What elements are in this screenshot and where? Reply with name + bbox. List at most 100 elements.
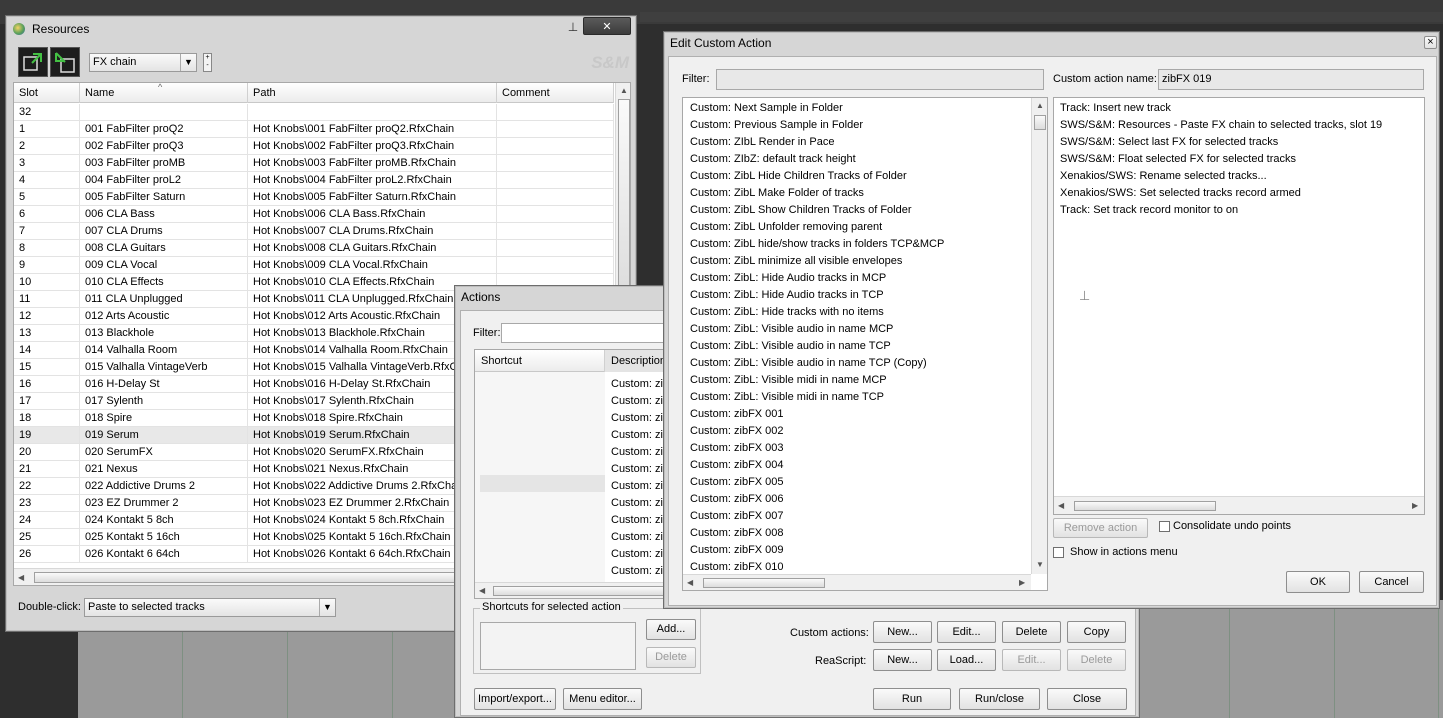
col-header-comment[interactable]: Comment <box>497 83 614 103</box>
cell-path: Hot Knobs\003 FabFilter proMB.RfxChain <box>248 155 497 172</box>
table-row[interactable]: 3 003 FabFilter proMB Hot Knobs\003 FabFil… <box>14 155 614 172</box>
scroll-right-icon[interactable]: ▶ <box>1019 578 1025 587</box>
type-select[interactable]: FX chain ▼ <box>89 53 197 72</box>
list-item[interactable]: Custom: ZibL: Hide Audio tracks in MCP <box>690 270 1030 287</box>
available-vscrollbar[interactable]: ▲ ▼ <box>1031 98 1047 574</box>
list-item[interactable]: Track: Insert new track <box>1060 100 1420 117</box>
reascript-delete-button[interactable]: Delete <box>1067 649 1126 671</box>
shortcuts-list[interactable] <box>480 622 636 670</box>
list-item[interactable]: Custom: zibFX 004 <box>690 457 1030 474</box>
list-item[interactable]: Custom: ZibL Hide Children Tracks of Fol… <box>690 168 1030 185</box>
ok-button[interactable]: OK <box>1286 571 1350 593</box>
pin-icon[interactable]: ⊥ <box>566 20 580 36</box>
scroll-left-icon[interactable]: ◀ <box>1058 501 1064 510</box>
col-header-slot[interactable]: Slot <box>14 83 80 103</box>
remove-action-button[interactable]: Remove action <box>1053 518 1148 538</box>
scroll-left-icon[interactable]: ◀ <box>18 573 24 582</box>
table-row[interactable]: 4 004 FabFilter proL2 Hot Knobs\004 FabFil… <box>14 172 614 189</box>
col-header-shortcut[interactable]: Shortcut <box>475 350 605 372</box>
steps-hscrollbar[interactable]: ◀ ▶ <box>1054 496 1424 514</box>
resources-titlebar[interactable]: Resources <box>6 16 636 42</box>
list-item[interactable]: Custom: zibFX 003 <box>690 440 1030 457</box>
custom-new-button[interactable]: New... <box>873 621 932 643</box>
run-button[interactable]: Run <box>873 688 951 710</box>
table-row[interactable]: 6 006 CLA Bass Hot Knobs\006 CLA Bass.RfxC… <box>14 206 614 223</box>
reascript-new-button[interactable]: New... <box>873 649 932 671</box>
add-shortcut-button[interactable]: Add... <box>646 619 696 640</box>
list-item[interactable]: SWS/S&M: Float selected FX for selected … <box>1060 151 1420 168</box>
list-item[interactable]: Custom: ZibL: Visible audio in name TCP <box>690 338 1030 355</box>
consolidate-undo-checkbox[interactable] <box>1159 521 1170 532</box>
custom-copy-button[interactable]: Copy <box>1067 621 1126 643</box>
table-row[interactable]: 9 009 CLA Vocal Hot Knobs\009 CLA Vocal.Rf… <box>14 257 614 274</box>
scroll-down-icon[interactable]: ▼ <box>1036 560 1044 569</box>
col-header-path[interactable]: Path <box>248 83 497 103</box>
auto-save-icon[interactable] <box>18 47 48 77</box>
cancel-button[interactable]: Cancel <box>1359 571 1424 593</box>
list-item[interactable]: Custom: zibFX 009 <box>690 542 1030 559</box>
list-item[interactable]: Custom: zibFX 005 <box>690 474 1030 491</box>
list-item[interactable]: Custom: ZibL: Hide tracks with no items <box>690 304 1030 321</box>
run-close-button[interactable]: Run/close <box>959 688 1040 710</box>
table-row[interactable]: 2 002 FabFilter proQ3 Hot Knobs\002 FabFil… <box>14 138 614 155</box>
list-item[interactable]: Custom: ZibL: Visible midi in name TCP <box>690 389 1030 406</box>
col-header-name[interactable]: Name ^ <box>80 83 248 103</box>
edit-custom-close-button[interactable]: × <box>1424 36 1437 49</box>
delete-shortcut-button[interactable]: Delete <box>646 647 696 668</box>
table-row[interactable]: 1 001 FabFilter proQ2 Hot Knobs\001 FabFil… <box>14 121 614 138</box>
scroll-left-icon[interactable]: ◀ <box>687 578 693 587</box>
double-click-select[interactable]: Paste to selected tracks ▼ <box>84 598 336 617</box>
list-item[interactable]: Custom: Previous Sample in Folder <box>690 117 1030 134</box>
cell-name: 016 H-Delay St <box>80 376 248 393</box>
list-item[interactable]: Custom: ZIbL Render in Pace <box>690 134 1030 151</box>
custom-delete-button[interactable]: Delete <box>1002 621 1061 643</box>
list-item[interactable]: SWS/S&M: Resources - Paste FX chain to s… <box>1060 117 1420 134</box>
list-item[interactable]: Custom: Next Sample in Folder <box>690 100 1030 117</box>
list-item[interactable]: Custom: zibFX 008 <box>690 525 1030 542</box>
list-item[interactable]: SWS/S&M: Select last FX for selected tra… <box>1060 134 1420 151</box>
edit-custom-titlebar[interactable]: Edit Custom Action <box>664 32 1439 54</box>
list-item[interactable]: Track: Set track record monitor to on <box>1060 202 1420 219</box>
hscroll-thumb[interactable] <box>703 578 825 588</box>
table-row[interactable]: 5 005 FabFilter Saturn Hot Knobs\005 FabFi… <box>14 189 614 206</box>
edit-filter-input[interactable] <box>716 69 1044 90</box>
list-item[interactable]: Custom: zibFX 006 <box>690 491 1030 508</box>
scroll-right-icon[interactable]: ▶ <box>1412 501 1418 510</box>
hscroll-thumb[interactable] <box>1074 501 1216 511</box>
list-item[interactable]: Custom: ZibL: Hide Audio tracks in TCP <box>690 287 1030 304</box>
list-item[interactable]: Xenakios/SWS: Rename selected tracks... <box>1060 168 1420 185</box>
close-actions-button[interactable]: Close <box>1047 688 1127 710</box>
scroll-thumb[interactable] <box>618 99 630 299</box>
list-item[interactable]: Custom: ZibL Show Children Tracks of Fol… <box>690 202 1030 219</box>
list-item[interactable]: Custom: ZibL minimize all visible envelo… <box>690 253 1030 270</box>
list-item[interactable]: Xenakios/SWS: Set selected tracks record… <box>1060 185 1420 202</box>
reascript-load-button[interactable]: Load... <box>937 649 996 671</box>
list-item[interactable]: Custom: zibFX 007 <box>690 508 1030 525</box>
list-item[interactable]: Custom: ZIbZ: default track height <box>690 151 1030 168</box>
expand-tiny-button[interactable]: + - <box>203 53 212 72</box>
custom-edit-button[interactable]: Edit... <box>937 621 996 643</box>
import-export-button[interactable]: Import/export... <box>474 688 556 710</box>
table-row[interactable]: 32 <box>14 104 614 121</box>
list-item[interactable]: Custom: ZibL: Visible midi in name MCP <box>690 372 1030 389</box>
menu-editor-button[interactable]: Menu editor... <box>563 688 642 710</box>
custom-action-name-input[interactable]: zibFX 019 <box>1158 69 1424 90</box>
show-in-menu-checkbox[interactable] <box>1053 547 1064 558</box>
list-item[interactable]: Custom: ZibL hide/show tracks in folders… <box>690 236 1030 253</box>
scroll-thumb[interactable] <box>1034 115 1046 130</box>
table-row[interactable]: 8 008 CLA Guitars Hot Knobs\008 CLA Guitar… <box>14 240 614 257</box>
list-item[interactable]: Custom: zibFX 002 <box>690 423 1030 440</box>
list-item[interactable]: Custom: ZibL Make Folder of tracks <box>690 185 1030 202</box>
scroll-up-icon[interactable]: ▲ <box>1036 101 1044 110</box>
auto-fill-icon[interactable] <box>50 47 80 77</box>
list-item[interactable]: Custom: zibFX 001 <box>690 406 1030 423</box>
scroll-up-icon[interactable]: ▲ <box>620 86 628 95</box>
reascript-edit-button[interactable]: Edit... <box>1002 649 1061 671</box>
list-item[interactable]: Custom: ZibL Unfolder removing parent <box>690 219 1030 236</box>
list-item[interactable]: Custom: ZibL: Visible audio in name TCP … <box>690 355 1030 372</box>
scroll-left-icon[interactable]: ◀ <box>479 586 485 595</box>
table-row[interactable]: 7 007 CLA Drums Hot Knobs\007 CLA Drums.Rf… <box>14 223 614 240</box>
available-hscrollbar[interactable]: ◀ ▶ <box>683 574 1031 590</box>
list-item[interactable]: Custom: ZibL: Visible audio in name MCP <box>690 321 1030 338</box>
close-button[interactable]: ✕ <box>583 17 631 35</box>
